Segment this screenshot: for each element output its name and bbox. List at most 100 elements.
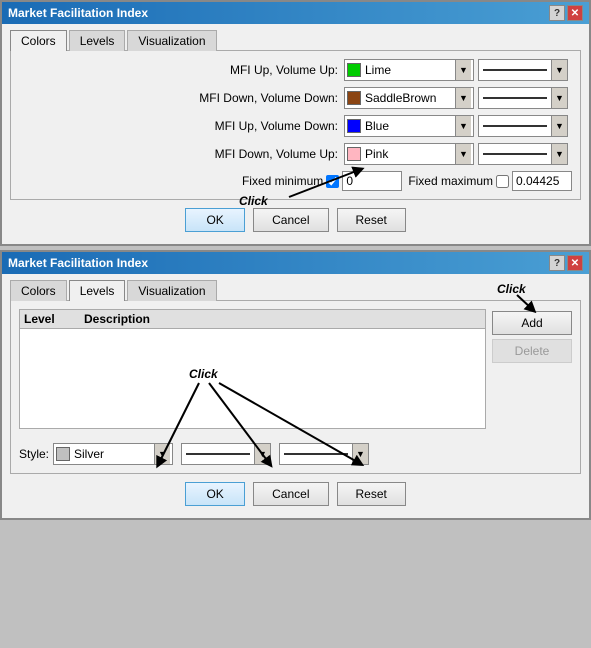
fixed-min-input[interactable] — [342, 171, 402, 191]
close-button-2[interactable]: ✕ — [567, 255, 583, 271]
dialog-2: Market Facilitation Index ? ✕ Colors Lev… — [0, 250, 591, 520]
color-swatch-0 — [347, 63, 361, 77]
levels-grid[interactable]: Level Description — [19, 309, 486, 429]
title-bar-buttons-2: ? ✕ — [549, 255, 583, 271]
dialog-2-title: Market Facilitation Index — [8, 256, 148, 270]
title-bar-2: Market Facilitation Index ? ✕ — [2, 252, 589, 274]
line-dropdown-1[interactable]: ▼ — [478, 87, 568, 109]
tab-colors-2[interactable]: Colors — [10, 280, 67, 301]
line-arrow-0[interactable]: ▼ — [551, 60, 567, 80]
line-preview-3 — [483, 153, 547, 155]
title-bar-buttons-1: ? ✕ — [549, 5, 583, 21]
tab-content-colors-1: MFI Up, Volume Up: Lime ▼ ▼ MFI Down, Vo… — [10, 50, 581, 200]
color-row-2: MFI Up, Volume Down: Blue ▼ ▼ — [19, 115, 572, 137]
add-btn-wrapper: Click Add — [492, 311, 572, 335]
tab-visualization-1[interactable]: Visualization — [127, 30, 216, 51]
color-label-3: MFI Down, Volume Up: — [188, 147, 338, 161]
fixed-max-input[interactable] — [512, 171, 572, 191]
style-line-arrow-1[interactable]: ▼ — [254, 444, 270, 464]
reset-button-2[interactable]: Reset — [337, 482, 406, 506]
color-dropdown-1[interactable]: SaddleBrown ▼ — [344, 87, 474, 109]
line-dropdown-0[interactable]: ▼ — [478, 59, 568, 81]
color-label-1: MFI Down, Volume Down: — [188, 91, 338, 105]
color-swatch-1 — [347, 91, 361, 105]
style-line-preview-2 — [284, 453, 348, 455]
fixed-row: Fixed minimum Fixed maximum — [19, 171, 572, 191]
levels-buttons: Click Add Delete — [492, 309, 572, 437]
tab-visualization-2[interactable]: Visualization — [127, 280, 216, 301]
levels-col-level: Level — [24, 312, 84, 326]
ok-button-2[interactable]: OK — [185, 482, 245, 506]
color-label-2: MFI Up, Volume Down: — [188, 119, 338, 133]
line-dropdown-2[interactable]: ▼ — [478, 115, 568, 137]
dialog-1-body: Colors Levels Visualization MFI Up, Volu… — [2, 24, 589, 244]
style-color-arrow[interactable]: ▼ — [154, 444, 170, 464]
dropdown-arrow-3[interactable]: ▼ — [455, 144, 471, 164]
color-row-4-wrapper: MFI Down, Volume Up: Pink ▼ ▼ Click — [19, 143, 572, 165]
levels-main: Level Description Click — [19, 309, 572, 437]
levels-list-area: Level Description — [19, 309, 486, 437]
style-line-preview-1 — [186, 453, 250, 455]
dropdown-arrow-0[interactable]: ▼ — [455, 60, 471, 80]
dialog-1-footer: OK Cancel Reset — [10, 200, 581, 236]
ok-button-1[interactable]: OK — [185, 208, 245, 232]
help-button-2[interactable]: ? — [549, 255, 565, 271]
levels-col-desc: Description — [84, 312, 481, 326]
color-label-0: MFI Up, Volume Up: — [188, 63, 338, 77]
fixed-max-label: Fixed maximum — [408, 174, 493, 188]
dialog-2-footer: OK Cancel Reset — [10, 474, 581, 510]
style-line-arrow-2[interactable]: ▼ — [352, 444, 368, 464]
style-label: Style: — [19, 447, 49, 461]
line-arrow-1[interactable]: ▼ — [551, 88, 567, 108]
color-name-1: SaddleBrown — [365, 91, 455, 105]
line-arrow-3[interactable]: ▼ — [551, 144, 567, 164]
dropdown-arrow-1[interactable]: ▼ — [455, 88, 471, 108]
color-row-3: MFI Down, Volume Up: Pink ▼ ▼ — [19, 143, 572, 165]
color-row-1: MFI Down, Volume Down: SaddleBrown ▼ ▼ — [19, 87, 572, 109]
levels-header: Level Description — [20, 310, 485, 329]
style-color-swatch — [56, 447, 70, 461]
dialog-1-title: Market Facilitation Index — [8, 6, 148, 20]
style-line-dropdown-1[interactable]: ▼ — [181, 443, 271, 465]
line-dropdown-3[interactable]: ▼ — [478, 143, 568, 165]
style-row: Style: Silver ▼ ▼ ▼ — [19, 443, 572, 465]
color-swatch-3 — [347, 147, 361, 161]
fixed-min-group: Fixed minimum — [242, 171, 402, 191]
tab-colors-1[interactable]: Colors — [10, 30, 67, 51]
line-preview-2 — [483, 125, 547, 127]
help-button-1[interactable]: ? — [549, 5, 565, 21]
tab-content-levels: Level Description Click — [10, 300, 581, 474]
style-line-dropdown-2[interactable]: ▼ — [279, 443, 369, 465]
style-color-dropdown[interactable]: Silver ▼ — [53, 443, 173, 465]
fixed-min-checkbox[interactable] — [326, 175, 339, 188]
line-preview-1 — [483, 97, 547, 99]
color-name-0: Lime — [365, 63, 455, 77]
color-row-0: MFI Up, Volume Up: Lime ▼ ▼ — [19, 59, 572, 81]
color-name-3: Pink — [365, 147, 455, 161]
dropdown-arrow-2[interactable]: ▼ — [455, 116, 471, 136]
style-row-wrapper: Style: Silver ▼ ▼ ▼ — [19, 443, 572, 465]
line-arrow-2[interactable]: ▼ — [551, 116, 567, 136]
fixed-max-checkbox[interactable] — [496, 175, 509, 188]
color-swatch-2 — [347, 119, 361, 133]
line-preview-0 — [483, 69, 547, 71]
cancel-button-2[interactable]: Cancel — [253, 482, 328, 506]
color-dropdown-0[interactable]: Lime ▼ — [344, 59, 474, 81]
tab-bar-2: Colors Levels Visualization — [10, 280, 581, 301]
title-bar-1: Market Facilitation Index ? ✕ — [2, 2, 589, 24]
color-dropdown-3[interactable]: Pink ▼ — [344, 143, 474, 165]
add-button[interactable]: Add — [492, 311, 572, 335]
color-name-2: Blue — [365, 119, 455, 133]
tab-levels-1[interactable]: Levels — [69, 30, 126, 51]
cancel-button-1[interactable]: Cancel — [253, 208, 328, 232]
fixed-max-group: Fixed maximum — [408, 171, 572, 191]
style-color-name: Silver — [74, 447, 154, 461]
delete-button[interactable]: Delete — [492, 339, 572, 363]
color-dropdown-2[interactable]: Blue ▼ — [344, 115, 474, 137]
reset-button-1[interactable]: Reset — [337, 208, 406, 232]
dialog-2-body: Colors Levels Visualization Level Descri… — [2, 274, 589, 518]
close-button-1[interactable]: ✕ — [567, 5, 583, 21]
tab-levels-2[interactable]: Levels — [69, 280, 126, 301]
tab-bar-1: Colors Levels Visualization — [10, 30, 581, 51]
fixed-min-label: Fixed minimum — [242, 174, 323, 188]
